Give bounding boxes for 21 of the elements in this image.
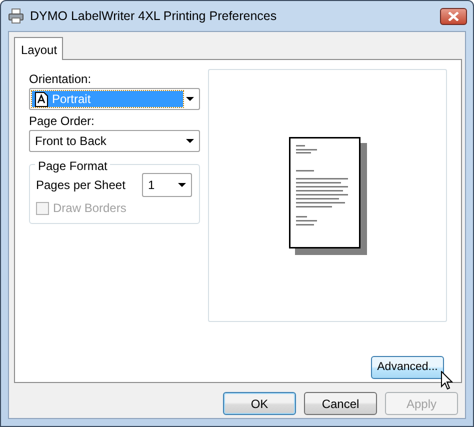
field-label: Page Order: bbox=[29, 114, 96, 128]
dropdown-value: Front to Back bbox=[35, 133, 106, 150]
dropdown-value: 1 bbox=[148, 177, 155, 194]
document-icon bbox=[35, 92, 48, 106]
page-order-dropdown[interactable]: Front to Back bbox=[29, 130, 200, 152]
close-button[interactable] bbox=[440, 8, 467, 24]
pages-per-sheet-dropdown[interactable]: 1 bbox=[142, 173, 192, 197]
checkbox-label: Draw Borders bbox=[53, 200, 126, 217]
caret-icon bbox=[178, 183, 186, 187]
advanced-button[interactable]: Advanced... bbox=[371, 356, 444, 379]
dropdown-value: Portrait bbox=[52, 91, 91, 108]
window-title: DYMO LabelWriter 4XL Printing Preferences bbox=[30, 8, 277, 25]
close-icon bbox=[448, 12, 459, 20]
field-label: Pages per Sheet bbox=[36, 177, 126, 194]
field-label: Orientation: bbox=[29, 72, 92, 86]
printer-icon bbox=[8, 8, 24, 24]
dialog-button[interactable]: OK bbox=[223, 392, 296, 415]
dialog-button[interactable]: Cancel bbox=[304, 392, 377, 415]
caret-icon bbox=[186, 97, 194, 101]
tab[interactable]: Layout bbox=[14, 37, 63, 60]
caret-icon bbox=[186, 139, 194, 143]
